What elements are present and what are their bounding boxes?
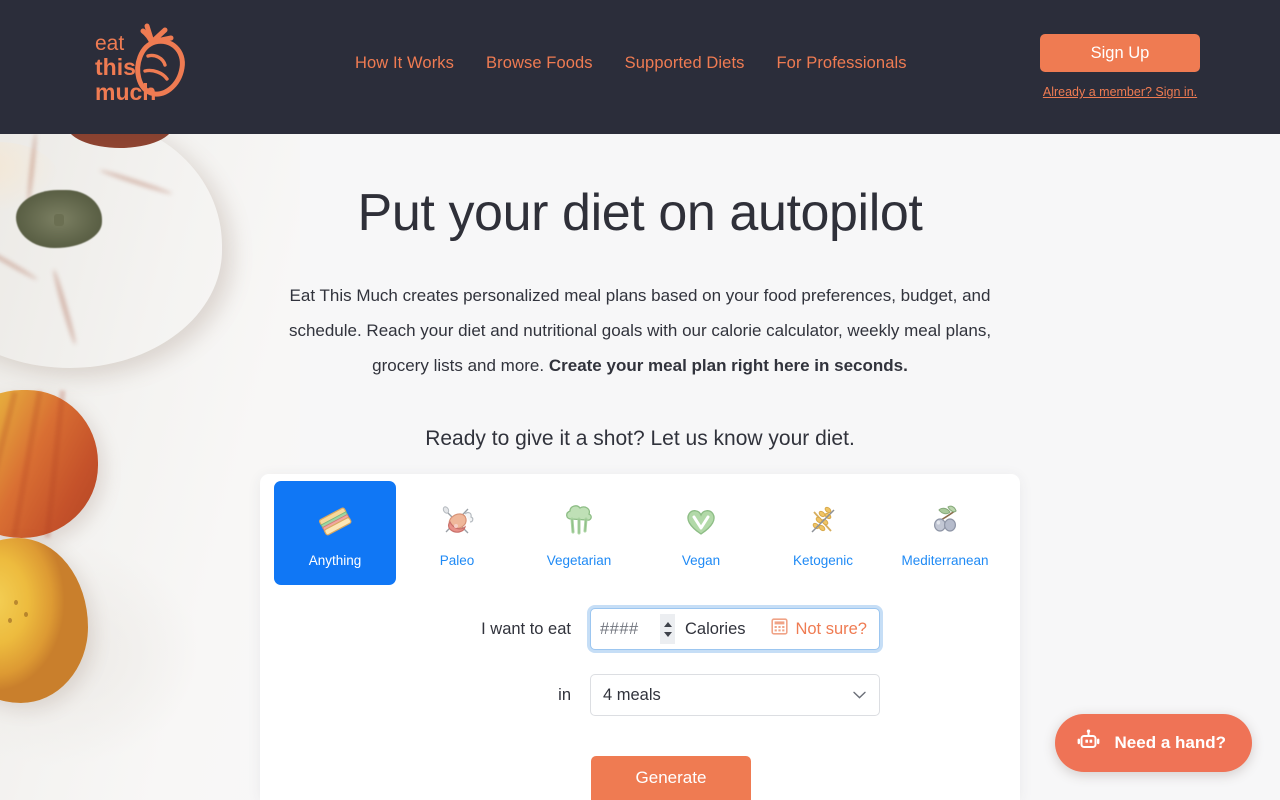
diet-option-label: Paleo <box>439 553 475 568</box>
ready-prompt: Ready to give it a shot? Let us know you… <box>425 427 855 451</box>
diet-selector: Anything Paleo Vegetarian Vegan Ketogeni… <box>260 474 1020 592</box>
meals-select[interactable]: 4 meals <box>590 674 880 716</box>
not-sure-link[interactable]: Not sure? <box>771 618 867 640</box>
generate-button[interactable]: Generate <box>591 756 751 800</box>
spinner-up-icon[interactable] <box>663 621 672 627</box>
calories-input-group[interactable]: Calories <box>590 608 880 650</box>
diet-option-anything[interactable]: Anything <box>274 481 396 585</box>
diet-option-label: Vegetarian <box>546 553 612 568</box>
spinner-down-icon[interactable] <box>663 631 672 637</box>
diet-option-label: Anything <box>308 553 362 568</box>
account-actions: Sign Up Already a member? Sign in. <box>1040 34 1200 99</box>
hero-description-bold: Create your meal plan right here in seco… <box>548 356 908 376</box>
logo-line-1: eat <box>95 32 124 55</box>
vegan-heart-icon <box>676 498 726 544</box>
diet-option-label: Vegan <box>681 553 721 568</box>
nav-for-professionals[interactable]: For Professionals <box>777 54 907 73</box>
hero-description: Eat This Much creates personalized meal … <box>285 278 995 383</box>
diet-option-vegetarian[interactable]: Vegetarian <box>518 481 640 585</box>
nav-supported-diets[interactable]: Supported Diets <box>625 54 745 73</box>
diet-option-label: Ketogenic <box>792 553 854 568</box>
logo-line-2: this <box>95 54 136 80</box>
hero-section: Put your diet on autopilot Eat This Much… <box>0 134 1280 451</box>
calories-spinner[interactable] <box>660 614 675 644</box>
calories-row: I want to eat Calories <box>260 608 1020 650</box>
calculator-icon <box>771 618 789 640</box>
calories-input[interactable] <box>600 614 662 644</box>
need-a-hand-chat-button[interactable]: Need a hand? <box>1054 714 1252 772</box>
nav-browse-foods[interactable]: Browse Foods <box>486 54 593 73</box>
tomato-spot <box>14 600 18 605</box>
sign-up-button[interactable]: Sign Up <box>1040 34 1200 72</box>
diet-option-vegan[interactable]: Vegan <box>640 481 762 585</box>
tomato-spot <box>24 612 28 617</box>
broccoli-icon <box>554 498 604 544</box>
logo-line-3: much <box>95 79 156 105</box>
diet-option-mediterranean[interactable]: Mediterranean <box>884 481 1006 585</box>
nav-how-it-works[interactable]: How It Works <box>355 54 454 73</box>
eat-this-much-logo[interactable]: eat this much <box>93 18 203 113</box>
sandwich-icon <box>310 498 360 544</box>
calories-unit-label: Calories <box>685 619 746 638</box>
diet-option-paleo[interactable]: Paleo <box>396 481 518 585</box>
meat-leg-icon <box>432 498 482 544</box>
meals-select-wrap: 4 meals <box>590 674 880 716</box>
meal-plan-form-card: Anything Paleo Vegetarian Vegan Ketogeni… <box>260 474 1020 800</box>
diet-option-label: Mediterranean <box>901 553 989 568</box>
tomato-spot <box>8 618 12 623</box>
page-title: Put your diet on autopilot <box>357 184 923 242</box>
calories-label: I want to eat <box>481 619 571 638</box>
meals-label: in <box>558 685 571 704</box>
diet-option-ketogenic[interactable]: Ketogenic <box>762 481 884 585</box>
sign-in-link[interactable]: Already a member? Sign in. <box>1040 85 1200 99</box>
olives-icon <box>920 498 970 544</box>
robot-icon <box>1075 727 1102 759</box>
main-navigation: How It Works Browse Foods Supported Diet… <box>355 54 907 73</box>
meals-row: in 4 meals <box>260 674 1020 716</box>
no-wheat-icon <box>798 498 848 544</box>
site-header: eat this much How It Works Browse Foods … <box>0 0 1280 134</box>
chat-button-label: Need a hand? <box>1114 733 1226 752</box>
not-sure-label: Not sure? <box>795 619 867 638</box>
